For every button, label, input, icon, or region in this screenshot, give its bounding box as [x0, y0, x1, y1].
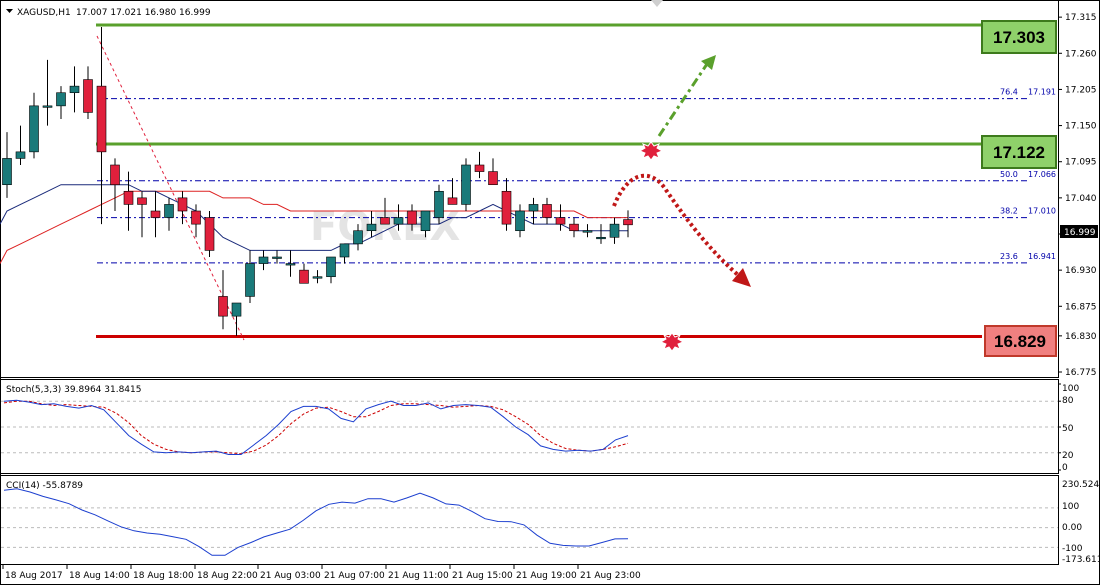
symbol-label: XAGUSD,H1 [17, 8, 71, 18]
fib-pct-label: 38.2 [1000, 207, 1018, 216]
svg-text:16.999: 16.999 [1064, 228, 1096, 238]
stoch-scale-0: 0 [1062, 463, 1068, 473]
breakout-burst-icon [638, 141, 664, 161]
fib-pct-label: 50.0 [1000, 170, 1018, 179]
fib-value-label: 17.066 [1028, 170, 1056, 179]
cci-scale-minus-100: -100 [1062, 544, 1083, 554]
time-tick-label: 21 Aug 15:00 [452, 571, 513, 581]
price-tick-label: 17.040 [1065, 194, 1097, 204]
time-tick-label: 18 Aug 14:00 [69, 571, 130, 581]
time-tick-label: 21 Aug 03:00 [260, 571, 321, 581]
support-1-badge: 16.829 [984, 325, 1057, 357]
svg-text:17.303: 17.303 [993, 28, 1045, 47]
stoch-scale-100: 100 [1062, 384, 1079, 394]
fib-pct-label: 23.6 [1000, 252, 1018, 261]
stoch-scale-80: 80 [1062, 396, 1074, 406]
time-tick-label: 18 Aug 18:00 [133, 571, 194, 581]
price-tick-label: 16.875 [1065, 302, 1097, 312]
price-tick-label: 16.830 [1065, 332, 1097, 342]
support-burst-icon [659, 332, 685, 352]
time-tick-label: 21 Aug 19:00 [516, 571, 577, 581]
candle [204, 211, 215, 257]
fib-pct-label: 76.4 [1000, 88, 1018, 97]
time-tick-label: 21 Aug 23:00 [580, 571, 641, 581]
time-tick-label: 18 Aug 2017 [5, 571, 63, 581]
price-tick-label: 16.775 [1065, 368, 1097, 378]
window-frame [0, 0, 1100, 585]
stoch-scale-20: 20 [1062, 451, 1074, 461]
svg-text:16.829: 16.829 [994, 332, 1046, 351]
resistance-1-badge: 17.122 [981, 135, 1057, 169]
svg-text:17.122: 17.122 [993, 143, 1045, 162]
stoch-scale-50: 50 [1062, 424, 1074, 434]
candle [461, 158, 471, 211]
chart-window[interactable]: FOREX XAGUSD,H1 17.007 17.021 16.980 16.… [0, 0, 1100, 585]
cci-scale-min: -173.6114 [1062, 555, 1100, 565]
time-tick-label: 21 Aug 07:00 [324, 571, 385, 581]
price-tick-label: 17.260 [1065, 49, 1097, 59]
fib-value-label: 17.191 [1028, 88, 1056, 97]
price-tick-label: 17.315 [1065, 13, 1097, 23]
price-tick-label: 17.095 [1065, 158, 1097, 168]
price-tick-label: 16.930 [1065, 266, 1097, 276]
time-tick-label: 21 Aug 11:00 [388, 571, 449, 581]
cci-scale-100: 100 [1062, 502, 1079, 512]
price-tick-label: 17.205 [1065, 85, 1097, 95]
time-tick-label: 18 Aug 22:00 [197, 571, 258, 581]
ohlc-label: 17.007 17.021 16.980 16.999 [76, 8, 211, 18]
fib-value-label: 16.941 [1028, 252, 1056, 261]
cci-label: CCI(14) -55.8789 [6, 481, 83, 491]
cci-scale-max: 230.5248 [1062, 480, 1100, 490]
stoch-label: Stoch(5,3,3) 39.8964 31.8415 [6, 385, 141, 395]
fib-value-label: 17.010 [1028, 207, 1056, 216]
resistance-2-badge: 17.303 [981, 20, 1057, 54]
price-tick-label: 17.150 [1065, 122, 1097, 132]
cci-scale-0: 0.00 [1062, 523, 1082, 533]
current-price-tag: 16.999 [1060, 225, 1098, 238]
